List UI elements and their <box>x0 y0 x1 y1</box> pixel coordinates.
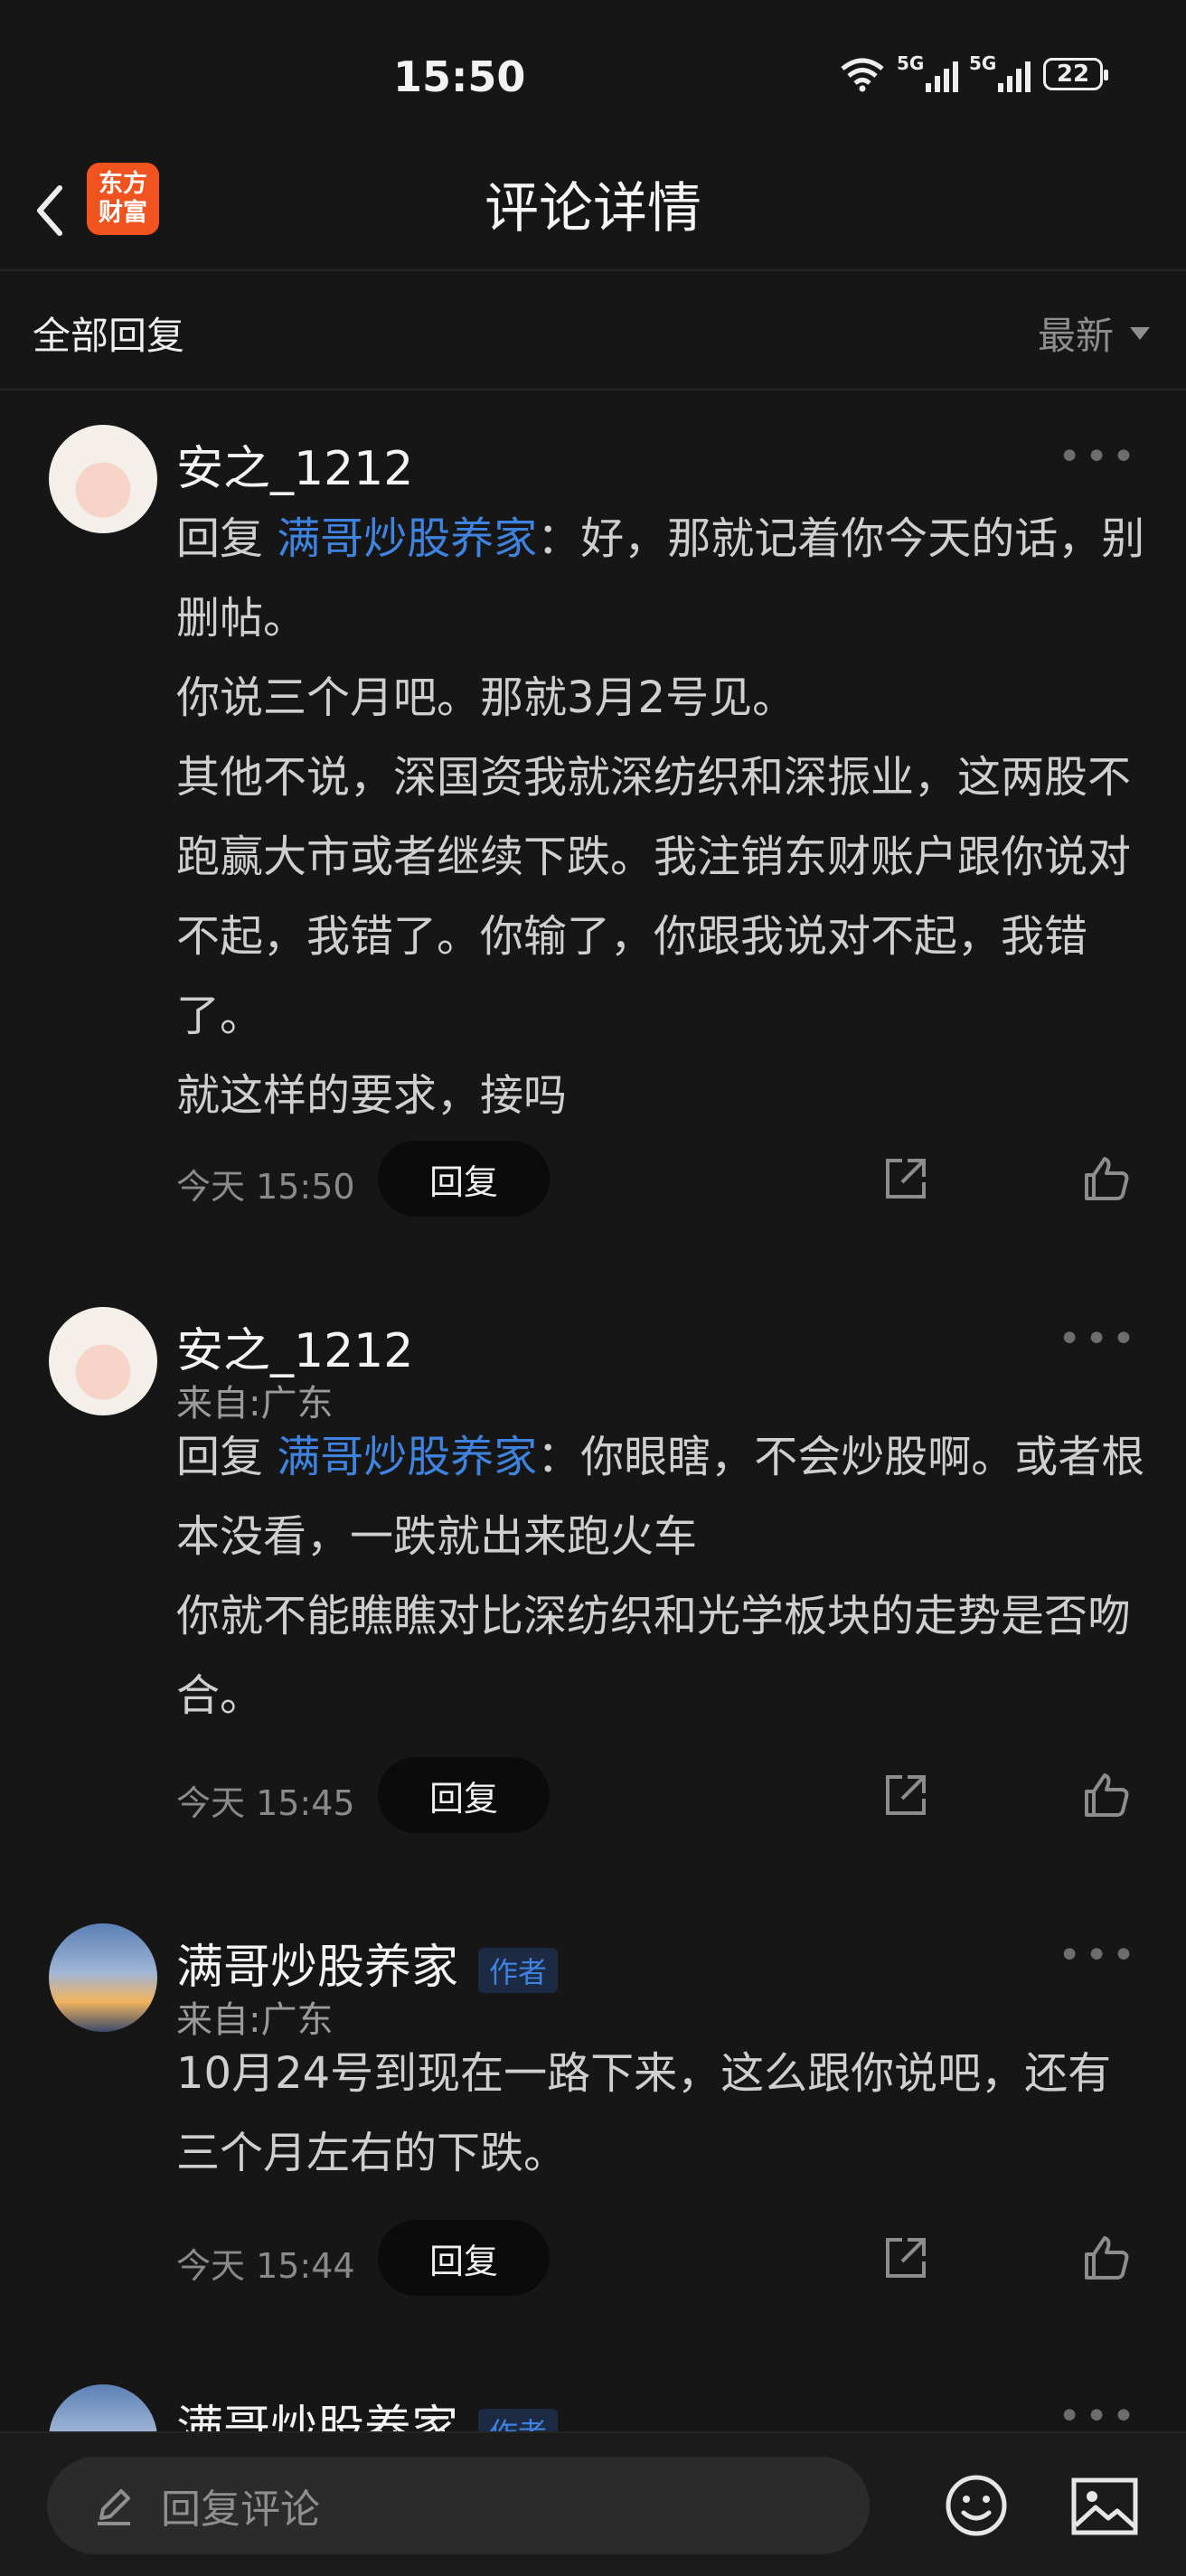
more-icon[interactable]: ••• <box>1058 1932 1139 1979</box>
reply-placeholder: 回复评论 <box>161 2487 320 2533</box>
all-replies-label: 全部回复 <box>33 314 185 358</box>
username[interactable]: 满哥炒股养家作者 <box>176 1929 559 1997</box>
more-icon[interactable]: ••• <box>1058 434 1139 480</box>
reply-input[interactable]: 回复评论 <box>47 2457 870 2554</box>
reply-bar: 回复评论 <box>0 2431 1186 2576</box>
comment-text: 回复 满哥炒股养家：好，那就记着你今天的话，别删帖。 你说三个月吧。那就3月2号… <box>176 499 1153 1135</box>
signal-icon: 5G <box>897 52 958 92</box>
image-icon[interactable] <box>1070 2477 1139 2536</box>
comment-line: 就这样的要求，接吗 <box>176 1070 568 1121</box>
comment-time: 今天 15:50 <box>176 1167 355 1207</box>
avatar[interactable] <box>49 1307 157 1415</box>
comment-time: 今天 15:44 <box>176 2246 355 2286</box>
battery-icon: 22 <box>1043 58 1108 90</box>
page-title: 评论详情 <box>485 177 701 240</box>
like-icon[interactable] <box>1081 1153 1132 1204</box>
like-icon[interactable] <box>1081 1770 1132 1820</box>
comment-time: 今天 15:45 <box>176 1783 355 1823</box>
reply-prefix: 回复 <box>176 513 278 564</box>
comment-text: 10月24号到现在一路下来，这么跟你说吧，还有三个月左右的下跌。 <box>176 2048 1112 2178</box>
author-badge: 作者 <box>478 1948 559 1993</box>
signal-icon: 5G <box>969 52 1031 92</box>
comment-text: 回复 满哥炒股养家：你眼瞎，不会炒股啊。或者根本没看，一跌就出来跑火车 你就不能… <box>176 1417 1153 1735</box>
like-icon[interactable] <box>1081 2233 1132 2283</box>
comment-line: 你就不能瞧瞧对比深纺织和光学板块的走势是否吻合。 <box>176 1591 1132 1721</box>
more-icon[interactable]: ••• <box>1058 1316 1139 1362</box>
sort-dropdown[interactable]: 最新 <box>1038 306 1150 361</box>
share-icon[interactable] <box>880 1153 931 1204</box>
comment-line: 你说三个月吧。那就3月2号见。 <box>176 672 796 723</box>
network-type-1: 5G <box>897 52 925 74</box>
network-type-2: 5G <box>969 52 997 74</box>
filter-bar: 全部回复 最新 <box>0 271 1186 390</box>
status-bar: 15:50 5G 5G 22 <box>0 0 1186 154</box>
wifi-icon <box>841 58 884 92</box>
sort-label: 最新 <box>1037 314 1114 358</box>
avatar[interactable] <box>49 1923 157 2032</box>
share-icon[interactable] <box>880 1770 931 1820</box>
edit-icon <box>98 2489 130 2525</box>
reply-button[interactable]: 回复 <box>378 1141 550 1217</box>
mention-link[interactable]: 满哥炒股养家 <box>277 513 537 564</box>
comment-line: 其他不说，深国资我就深纺织和深振业，这两股不跑赢大市或者继续下跌。我注销东财账户… <box>176 752 1132 1041</box>
reply-button[interactable]: 回复 <box>378 1757 550 1833</box>
username-text: 满哥炒股养家 <box>176 1941 459 1995</box>
reply-prefix: 回复 <box>176 1432 278 1482</box>
emoji-icon[interactable] <box>944 2473 1009 2538</box>
share-icon[interactable] <box>880 2233 931 2283</box>
mention-link[interactable]: 满哥炒股养家 <box>277 1432 537 1482</box>
status-icons: 5G 5G 22 <box>839 52 1108 92</box>
username[interactable]: 安之_1212 <box>176 430 413 498</box>
status-time: 15:50 <box>393 52 526 101</box>
reply-button[interactable]: 回复 <box>378 2220 550 2296</box>
chevron-down-icon <box>1130 326 1150 340</box>
username[interactable]: 安之_1212 <box>176 1312 413 1380</box>
avatar[interactable] <box>49 425 157 533</box>
